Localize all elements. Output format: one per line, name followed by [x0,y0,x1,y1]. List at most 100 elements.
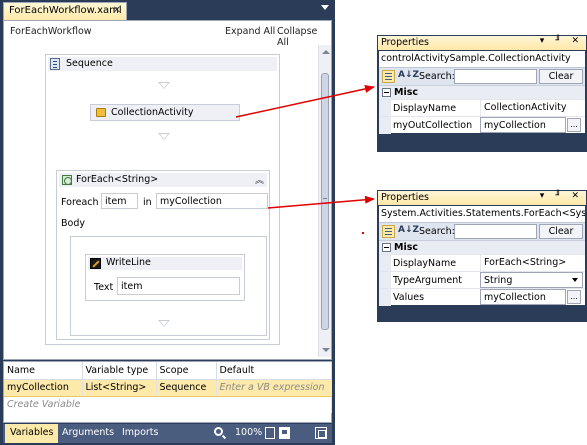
in-label: in [143,197,152,208]
window-buttons-icon[interactable]: ▾ ╜ ✕ [540,191,583,201]
property-value[interactable]: ForEach<String> [480,255,583,271]
table-row[interactable]: Create Variable [4,396,332,413]
clear-button[interactable]: Clear [539,69,583,84]
fit-to-screen-icon[interactable] [265,427,275,439]
chevron-down-icon[interactable] [572,278,578,282]
ellipsis-button[interactable]: ... [567,118,581,132]
foreach-label: Foreach [61,197,99,208]
property-row[interactable]: DisplayName ForEach<String> [379,254,585,272]
column-header[interactable]: Name [4,362,83,380]
foreach-icon [62,175,72,185]
properties-titlebar: Properties ▾ ╜ ✕ [378,36,586,50]
property-name: DisplayName [393,258,457,269]
property-value-input[interactable]: myCollection [480,289,566,305]
scroll-down-icon[interactable] [322,348,330,352]
scroll-thumb[interactable] [321,73,329,330]
document-tab[interactable]: ForEachWorkflow.xaml ✕ [3,2,127,20]
sort-az-icon[interactable]: A↓Z [398,70,419,80]
categorized-icon[interactable] [382,225,395,238]
gutter [379,255,391,272]
table-header: Name Variable type Scope Default [4,362,332,380]
create-variable-link[interactable]: Create Variable [4,396,332,413]
text-label: Text [94,282,114,293]
property-row[interactable]: TypeArgument String [379,271,585,289]
tab-dropdown-icon[interactable] [321,5,329,10]
variable-type[interactable]: List<String> [82,378,157,397]
scroll-up-icon[interactable] [322,50,330,54]
ellipsis-button[interactable]: ... [567,290,581,304]
reset-zoom-icon[interactable] [279,427,290,439]
type-argument-dropdown[interactable]: String [480,272,583,288]
designer-canvas: ForEachWorkflow Expand All Collapse All … [3,20,332,360]
overview-map-icon[interactable] [315,427,327,439]
properties-titlebar: Properties ▾ ╜ ✕ [378,191,586,205]
expand-all-button[interactable]: Expand All [225,26,275,37]
writeline-text-field[interactable]: item [117,277,240,295]
property-row[interactable]: myOutCollection myCollection ... [379,116,585,134]
sort-az-icon[interactable]: A↓Z [398,225,419,235]
table-row[interactable]: myCollection List<String> Sequence Enter… [4,378,332,397]
gutter [379,100,391,117]
collapse-chevron-icon[interactable]: ︽ [255,173,264,186]
drop-target-icon[interactable] [158,320,170,327]
close-tab-icon[interactable]: ✕ [113,5,121,16]
properties-title: Properties [381,192,430,203]
column-header[interactable]: Default [216,362,332,380]
properties-toolbar: A↓Z Search: Clear [379,67,585,85]
vertical-scrollbar[interactable] [318,45,331,357]
variables-panel: Name Variable type Scope Default myColle… [3,361,332,423]
property-value-input[interactable]: myCollection [480,117,566,133]
tab-arguments[interactable]: Arguments [57,424,119,443]
gutter [379,272,391,289]
selected-object-name: System.Activities.Statements.ForEach<Sys… [379,206,585,222]
category-misc[interactable]: Misc [379,240,585,254]
drop-target-icon[interactable] [158,133,170,140]
selected-object-name: controlActivitySample.CollectionActivity [379,51,585,67]
sequence-header: Sequence [48,57,277,71]
tab-imports[interactable]: Imports [117,424,163,443]
property-name: TypeArgument [393,275,462,286]
property-value[interactable]: CollectionActivity [480,100,583,116]
gutter [379,117,391,134]
zoom-level[interactable]: 100% [235,427,262,438]
gutter [379,289,391,306]
category-misc[interactable]: Misc [379,85,585,99]
column-header[interactable]: Scope [156,362,217,380]
breadcrumb-bar: ForEachWorkflow Expand All Collapse All [4,21,331,48]
sequence-activity[interactable]: Sequence CollectionActivity ForEach<Stri… [45,54,280,345]
collapse-category-icon[interactable] [382,243,391,252]
variable-name[interactable]: myCollection [4,378,83,397]
collapse-category-icon[interactable] [382,88,391,97]
properties-title: Properties [381,37,430,48]
search-label: Search: [419,71,455,82]
document-tab-bar: ForEachWorkflow.xaml ✕ [0,0,335,20]
breadcrumb[interactable]: ForEachWorkflow [10,26,92,37]
property-name: Values [393,292,425,303]
search-input[interactable] [454,69,537,84]
variable-scope[interactable]: Sequence [156,378,217,397]
sequence-title: Sequence [66,58,113,69]
categorized-icon[interactable] [382,70,395,83]
column-header[interactable]: Variable type [82,362,157,380]
sequence-icon [50,58,60,70]
variables-table: Name Variable type Scope Default myColle… [4,362,332,413]
collection-activity[interactable]: CollectionActivity [90,104,240,121]
window-buttons-icon[interactable]: ▾ ╜ ✕ [540,36,583,46]
variable-default-input[interactable]: Enter a VB expression [216,378,332,397]
body-label: Body [61,218,85,229]
foreach-activity[interactable]: ForEach<String> ︽ Foreach item in myColl… [56,170,270,340]
properties-panel-collection: Properties ▾ ╜ ✕ controlActivitySample.C… [377,35,587,152]
property-row[interactable]: DisplayName CollectionActivity [379,99,585,117]
foreach-item-field[interactable]: item [101,193,138,209]
clear-button[interactable]: Clear [539,224,583,239]
annotation-dot [362,232,364,234]
search-label: Search: [419,226,455,237]
tab-variables[interactable]: Variables [5,424,59,443]
category-label: Misc [394,242,418,253]
property-row[interactable]: Values myCollection ... [379,288,585,306]
zoom-icon[interactable] [214,427,223,436]
search-input[interactable] [454,224,537,239]
drop-target-icon[interactable] [158,82,170,89]
writeline-activity[interactable]: WriteLine Text item [85,254,245,301]
foreach-collection-field[interactable]: myCollection [156,193,268,209]
